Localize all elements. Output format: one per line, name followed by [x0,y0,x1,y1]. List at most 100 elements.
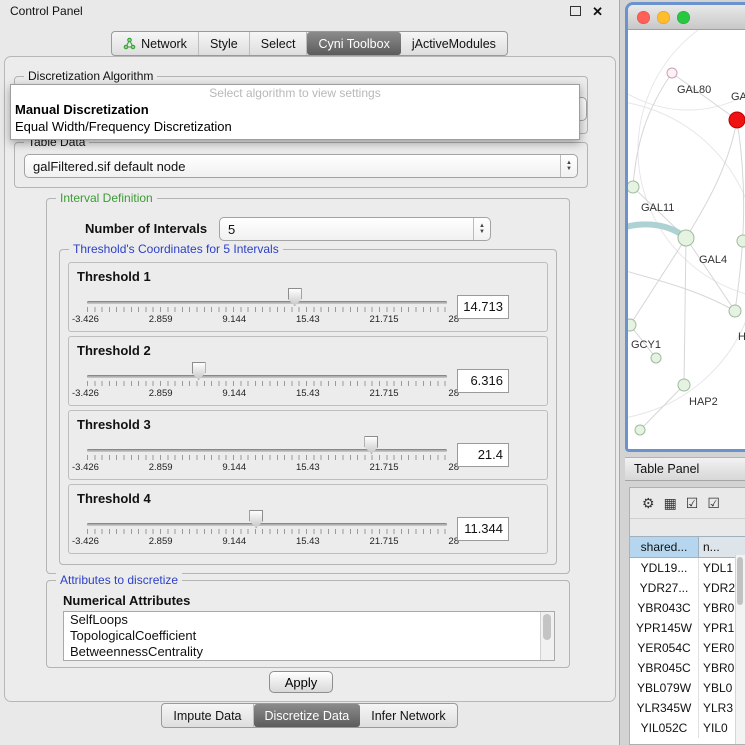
threshold-coordinates-group: Threshold's Coordinates for 5 Intervals … [59,249,557,565]
network-edge[interactable] [686,120,737,238]
attribute-list-item[interactable]: BetweennessCentrality [64,644,554,660]
zoom-traffic-light[interactable] [677,11,690,24]
slider-track[interactable] [87,375,447,378]
threshold-value-field[interactable]: 6.316 [457,369,509,393]
slider-track[interactable] [87,449,447,452]
threshold-value-field[interactable]: 11.344 [457,517,509,541]
network-edge[interactable] [628,224,686,238]
tab-label: Cyni Toolbox [318,37,389,51]
table-row[interactable]: YBR045CYBR0 [630,658,745,678]
network-node-normal[interactable] [737,235,745,247]
popup-option[interactable]: Equal Width/Frequency Discretization [11,118,579,135]
tab-jactivemodules[interactable]: jActiveModules [401,32,507,55]
numerical-attributes-list[interactable]: SelfLoopsTopologicalCoefficientBetweenne… [63,611,555,661]
threshold-slider[interactable]: -3.4262.8599.14415.4321.71528 [87,435,447,477]
network-edge[interactable] [672,73,737,120]
network-view-window: GAL80GAGAL11GAL4GCY1HAP2H [625,2,745,452]
scale-tick-label: 21.715 [370,388,399,399]
network-edge[interactable] [628,270,735,311]
slider-ticks [87,529,447,534]
tab-select[interactable]: Select [250,32,308,55]
attribute-list-item[interactable]: SelfLoops [64,612,554,628]
network-edge-arc [628,30,745,110]
traffic-lights [637,11,690,24]
bottom-tab-impute-data[interactable]: Impute Data [162,704,253,727]
interval-definition-group-label: Interval Definition [56,191,157,205]
scale-tick-label: 15.43 [296,388,320,399]
network-node-pink[interactable] [667,68,677,78]
network-node-normal[interactable] [628,319,636,331]
network-node-red[interactable] [729,112,745,128]
table-row[interactable]: YDL19...YDL1 [630,558,745,578]
scale-tick-label: 21.715 [370,536,399,547]
table-data-combobox[interactable]: galFiltered.sif default node ▲▼ [24,154,578,178]
tab-network[interactable]: Network [112,32,199,55]
main-tab-bar: NetworkStyle Select Cyni Toolbox jActiveMod… [111,31,508,56]
scale-tick-label: 9.144 [222,388,246,399]
bottom-tab-discretize-data[interactable]: Discretize Data [254,704,361,727]
threshold-value-field[interactable]: 14.713 [457,295,509,319]
scale-tick-label: 9.144 [222,314,246,325]
tab-cyni-toolbox[interactable]: Cyni Toolbox [307,32,400,55]
tab-label: Select [261,37,296,51]
table-row[interactable]: YPR145WYPR1 [630,618,745,638]
tab-style[interactable]: Style [199,32,250,55]
bottom-tab-infer-network[interactable]: Infer Network [360,704,456,727]
float-window-icon[interactable] [570,6,581,16]
network-edge[interactable] [735,120,744,311]
table-row[interactable]: YBR043CYBR0 [630,598,745,618]
close-traffic-light[interactable] [637,11,650,24]
list-scrollbar[interactable] [540,612,554,660]
threshold-slider[interactable]: -3.4262.8599.14415.4321.71528 [87,361,447,403]
scale-tick-label: 2.859 [149,388,173,399]
network-canvas[interactable]: GAL80GAGAL11GAL4GCY1HAP2H [628,30,745,449]
network-node-label: GA [731,91,745,103]
scale-tick-label: 2.859 [149,462,173,473]
scale-tick-label: 15.43 [296,314,320,325]
table-row[interactable]: YLR345WYLR3 [630,698,745,718]
table-scrollbar-thumb[interactable] [737,557,743,605]
table-cell-shared-name: YBL079W [630,678,699,698]
number-of-intervals-combobox[interactable]: 5 ▲▼ [219,217,491,241]
table-row[interactable]: YBL079WYBL0 [630,678,745,698]
popup-option[interactable]: Manual Discretization [11,101,579,118]
table-row[interactable]: YER054CYER0 [630,638,745,658]
table-toolbar-gap [630,519,745,536]
network-edge[interactable] [684,238,686,385]
network-node-normal[interactable] [678,230,694,246]
table-scrollbar[interactable] [735,555,745,744]
network-node-normal[interactable] [678,379,690,391]
threshold-slider[interactable]: -3.4262.8599.14415.4321.71528 [87,287,447,329]
selection-mode-checkbox-icon[interactable]: ☑ [707,496,720,510]
column-selector-icon[interactable]: ▦ [664,496,677,510]
settings-gear-icon[interactable]: ⚙ [642,496,655,510]
network-node-normal[interactable] [628,181,639,193]
network-window-titlebar[interactable] [628,5,745,30]
close-window-icon[interactable]: ✕ [592,5,603,18]
network-node-label: GCY1 [631,339,661,351]
table-panel-title: Table Panel [634,462,699,476]
network-edge[interactable] [686,238,735,311]
slider-track[interactable] [87,301,447,304]
attribute-list-item[interactable]: TopologicalCoefficient [64,628,554,644]
threshold-value-field[interactable]: 21.4 [457,443,509,467]
minimize-traffic-light[interactable] [657,11,670,24]
network-node-normal[interactable] [729,305,741,317]
table-column-header[interactable]: n... [699,537,745,557]
network-node-normal[interactable] [635,425,645,435]
slider-track[interactable] [87,523,447,526]
table-row[interactable]: YDR27...YDR2 [630,578,745,598]
table-column-header[interactable]: shared... [630,537,699,557]
network-node-normal[interactable] [651,353,661,363]
discretization-algorithm-group-label: Discretization Algorithm [24,69,157,83]
attributes-group: Attributes to discretize Numerical Attri… [46,580,570,668]
threshold-slider[interactable]: -3.4262.8599.14415.4321.71528 [87,509,447,551]
apply-button[interactable]: Apply [269,671,333,693]
table-row[interactable]: YIL052CYIL0 [630,718,745,738]
network-edge[interactable] [640,385,684,430]
list-scrollbar-thumb[interactable] [543,614,551,640]
select-all-checkbox-icon[interactable]: ☑ [686,496,699,510]
network-node-label: GAL80 [677,84,711,96]
network-edge[interactable] [630,238,686,325]
attr-items: SelfLoopsTopologicalCoefficientBetweenne… [64,612,554,660]
